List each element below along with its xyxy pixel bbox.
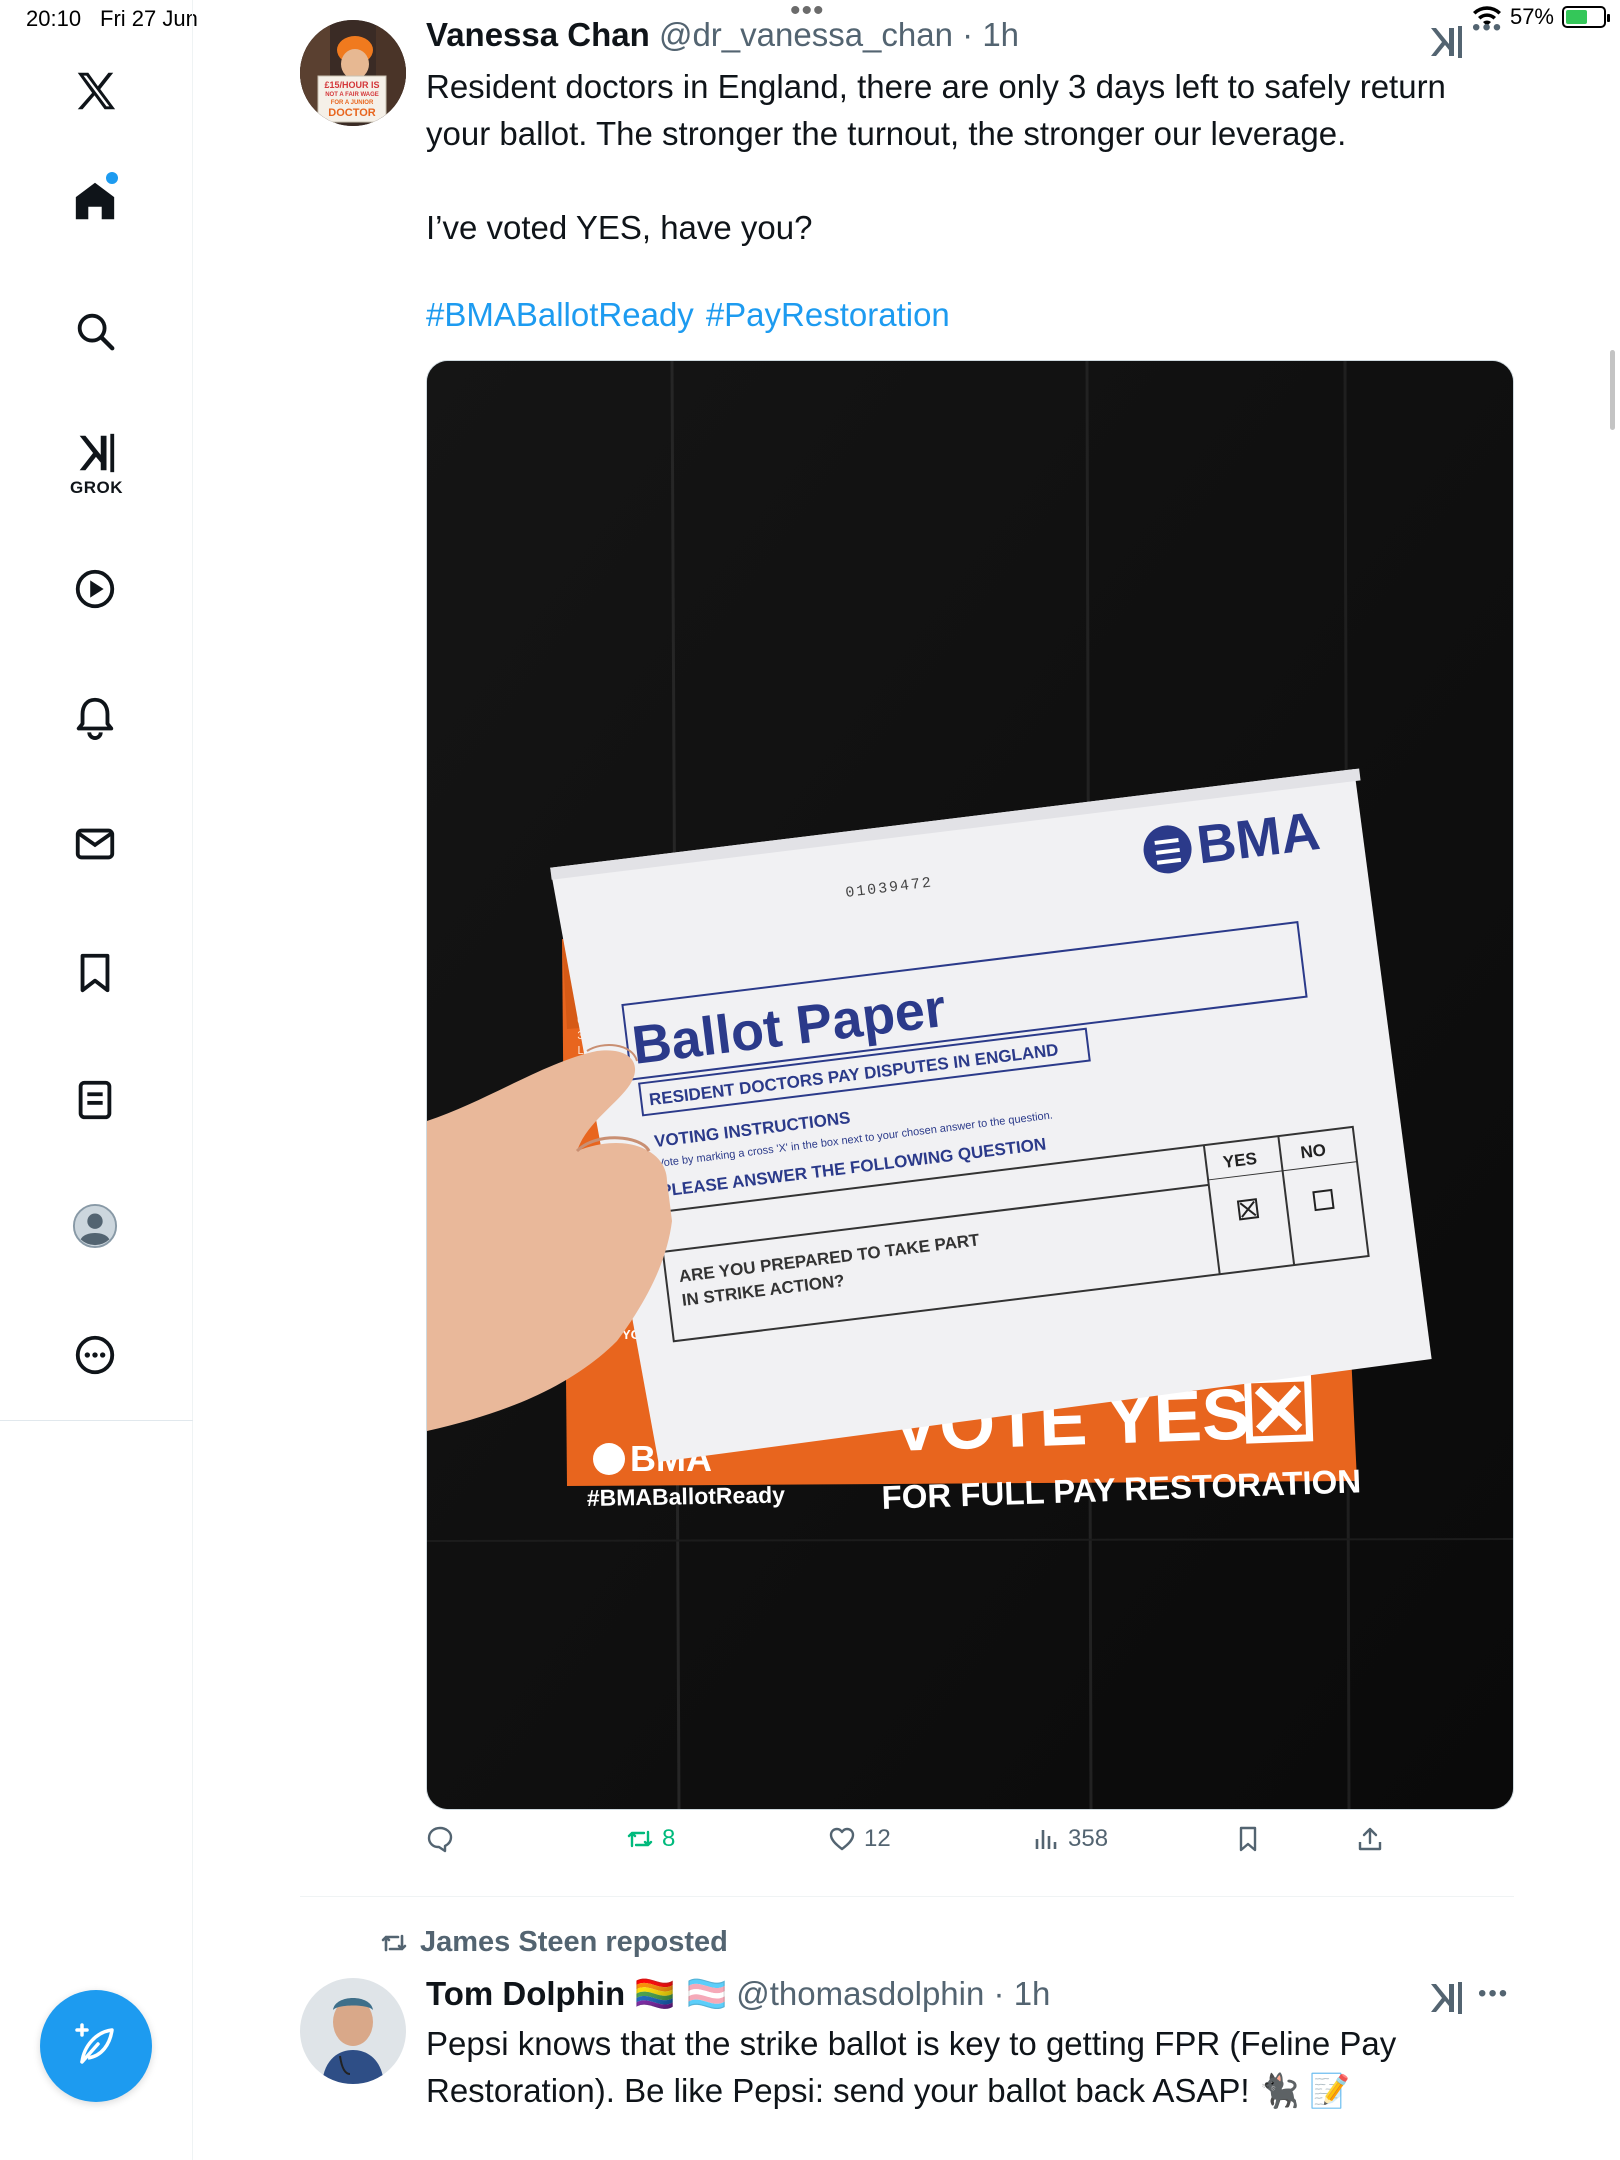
views-icon	[1035, 1830, 1057, 1849]
share-button[interactable]	[1356, 1825, 1384, 1853]
author-handle[interactable]: @dr_vanessa_chan	[659, 16, 953, 53]
post-more-icon[interactable]: •••	[1478, 1980, 1509, 2008]
avatar-photo	[300, 1978, 406, 2084]
x-logo-icon[interactable]	[66, 62, 124, 120]
sidebar-divider	[0, 1420, 193, 1421]
repost-indicator[interactable]: James Steen reposted	[378, 1926, 728, 1959]
author-name[interactable]: Vanessa Chan	[426, 16, 650, 53]
post-text: Resident doctors in England, there are o…	[426, 68, 1446, 246]
post-actions: 8 12 358	[426, 1825, 1514, 1875]
post-header: Vanessa Chan @dr_vanessa_chan · 1h	[426, 16, 1019, 54]
post-more-icon[interactable]: •••	[1472, 14, 1503, 42]
grok-explain-icon[interactable]	[1426, 1978, 1466, 2018]
avatar-sign-line3: FOR A JUNIOR	[331, 100, 374, 106]
sidebar: GROK	[0, 0, 193, 2160]
scrollbar[interactable]	[1610, 350, 1615, 430]
post-text: Pepsi knows that the strike ballot is ke…	[426, 2025, 1397, 2109]
reply-icon	[427, 1826, 453, 1853]
heart-icon	[829, 1827, 855, 1851]
reposted-by: James Steen reposted	[420, 1926, 728, 1958]
avatar[interactable]	[300, 1978, 406, 2084]
messages-icon[interactable]	[66, 815, 124, 873]
bookmark-button[interactable]	[1234, 1825, 1262, 1853]
like-button[interactable]: 12	[828, 1825, 891, 1853]
envelope-hashtag: #BMABallotReady	[587, 1482, 786, 1511]
author-handle[interactable]: @thomasdolphin	[736, 1975, 984, 2012]
avatar-sign-line2: NOT A FAIR WAGE	[325, 92, 379, 98]
like-count: 12	[864, 1825, 891, 1852]
retweet-count: 8	[662, 1825, 676, 1852]
avatar-sign-line1: £15/HOUR IS	[324, 80, 379, 90]
ballot-no-label: NO	[1299, 1140, 1327, 1162]
grok-label: GROK	[70, 478, 123, 497]
views-button[interactable]: 358	[1032, 1825, 1108, 1853]
video-icon[interactable]	[66, 560, 124, 618]
more-icon[interactable]	[66, 1326, 124, 1384]
home-notification-dot	[106, 172, 118, 184]
ballot-photo: Return ACivica E33 ClareLondonN8 0NW YOU…	[427, 361, 1513, 1809]
avatar[interactable]: £15/HOUR IS NOT A FAIR WAGE FOR A JUNIOR…	[300, 20, 406, 126]
lists-icon[interactable]	[66, 1071, 124, 1129]
post-time[interactable]: · 1h	[962, 16, 1019, 53]
avatar-sign-line4: DOCTOR	[328, 107, 376, 119]
views-count: 358	[1068, 1825, 1109, 1852]
bookmark-icon	[1239, 1826, 1257, 1852]
ballot-paper: 01039472 BMA Ballot Paper RESIDENT DOCTO…	[550, 768, 1432, 1463]
bookmarks-icon[interactable]	[66, 944, 124, 1002]
repost-icon	[381, 1934, 407, 1951]
retweet-button[interactable]: 8	[626, 1825, 675, 1853]
post-divider	[300, 1896, 1514, 1897]
share-icon	[1358, 1827, 1382, 1851]
grok-icon[interactable]	[66, 424, 124, 482]
hashtag-link[interactable]: #PayRestoration	[706, 296, 950, 333]
name-emojis: 🏳️‍🌈 🏳️‍⚧️	[634, 1974, 728, 2013]
reply-button[interactable]	[426, 1825, 462, 1853]
avatar-photo: £15/HOUR IS NOT A FAIR WAGE FOR A JUNIOR…	[300, 20, 406, 126]
hashtag-link[interactable]: #BMABallotReady	[426, 296, 694, 333]
compose-button[interactable]	[40, 1990, 152, 2102]
profile-icon[interactable]	[66, 1197, 124, 1255]
post-image[interactable]: Return ACivica E33 ClareLondonN8 0NW YOU…	[426, 360, 1514, 1810]
grok-explain-icon[interactable]	[1426, 22, 1466, 62]
retweet-icon	[627, 1830, 653, 1848]
post-header: Tom Dolphin 🏳️‍🌈 🏳️‍⚧️ @thomasdolphin · …	[426, 1974, 1050, 2014]
search-icon[interactable]	[66, 302, 124, 360]
post-time[interactable]: · 1h	[994, 1975, 1051, 2012]
author-name[interactable]: Tom Dolphin	[426, 1975, 625, 2012]
compose-icon	[75, 2023, 114, 2064]
notifications-icon[interactable]	[66, 688, 124, 746]
hashtags: #BMABallotReady #PayRestoration	[426, 296, 962, 334]
